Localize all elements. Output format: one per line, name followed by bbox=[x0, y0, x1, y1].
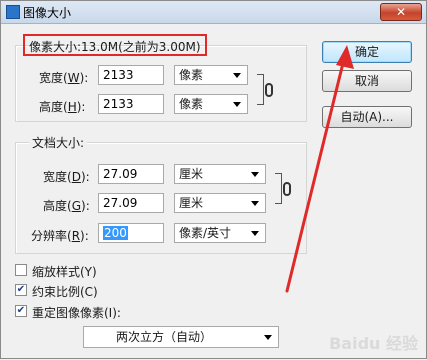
pixel-height-value: 2133 bbox=[103, 97, 134, 111]
ok-button[interactable]: 确定 bbox=[322, 41, 412, 63]
scale-styles-label[interactable]: 缩放样式(Y) bbox=[32, 263, 97, 280]
resample-method-value: 两次立方（自动） bbox=[116, 330, 213, 344]
resolution-key: R bbox=[71, 229, 81, 243]
resolution-unit: 像素/英寸 bbox=[179, 226, 232, 240]
chevron-down-icon bbox=[251, 231, 259, 236]
resample-checkbox[interactable]: ✔ bbox=[15, 305, 27, 317]
doc-height-unit-select[interactable]: 厘米 bbox=[174, 193, 266, 213]
pixel-height-text: 高度 bbox=[39, 100, 64, 114]
doc-height-label: 高度(G): bbox=[43, 199, 90, 213]
doc-height-key: G bbox=[71, 199, 82, 213]
resolution-input[interactable]: 200 bbox=[98, 223, 164, 243]
chevron-down-icon bbox=[251, 172, 259, 177]
image-size-dialog: 图像大小 ✕ 像素大小:13.0M(之前为3.00M) 宽度(W): 2133 … bbox=[0, 0, 427, 359]
doc-height-input[interactable]: 27.09 bbox=[98, 193, 164, 213]
pixel-height-unit: 像素 bbox=[179, 97, 204, 111]
pixel-height-unit-select[interactable]: 像素 bbox=[174, 94, 248, 114]
pixel-height-label: 高度(H): bbox=[39, 100, 86, 114]
auto-button[interactable]: 自动(A)... bbox=[322, 106, 412, 128]
window-title: 图像大小 bbox=[23, 6, 72, 20]
resolution-value: 200 bbox=[103, 226, 128, 240]
pixel-width-label: 宽度(W): bbox=[39, 71, 89, 85]
pixel-width-key: W bbox=[67, 71, 80, 85]
doc-height-value: 27.09 bbox=[103, 196, 138, 210]
chain-link-icon bbox=[265, 83, 273, 97]
doc-width-input[interactable]: 27.09 bbox=[98, 164, 164, 184]
doc-width-text: 宽度 bbox=[43, 170, 68, 184]
pixel-height-key: H bbox=[67, 100, 77, 114]
document-size-legend: 文档大小: bbox=[29, 134, 88, 151]
resolution-label: 分辨率(R): bbox=[31, 229, 89, 243]
chevron-down-icon bbox=[233, 102, 241, 107]
resolution-unit-select[interactable]: 像素/英寸 bbox=[174, 223, 266, 243]
cancel-button[interactable]: 取消 bbox=[322, 70, 412, 92]
chevron-down-icon bbox=[251, 201, 259, 206]
chain-link-icon bbox=[283, 182, 291, 196]
doc-width-label: 宽度(D): bbox=[43, 170, 90, 184]
chevron-down-icon bbox=[233, 73, 241, 78]
pixel-width-unit-select[interactable]: 像素 bbox=[174, 65, 248, 85]
resample-method-select[interactable]: 两次立方（自动） bbox=[83, 326, 279, 348]
constrain-label[interactable]: 约束比例(C) bbox=[32, 283, 98, 300]
doc-width-key: D bbox=[71, 170, 81, 184]
chevron-down-icon bbox=[264, 335, 272, 340]
doc-height-text: 高度 bbox=[43, 199, 68, 213]
pixel-size-label: 像素大小:13.0M(之前为3.00M) bbox=[29, 40, 201, 54]
close-button[interactable]: ✕ bbox=[380, 3, 422, 21]
constrain-checkbox[interactable]: ✔ bbox=[15, 284, 27, 296]
doc-width-unit-select[interactable]: 厘米 bbox=[174, 164, 266, 184]
app-icon bbox=[6, 5, 20, 19]
pixel-link-bracket bbox=[257, 74, 264, 105]
pixel-width-text: 宽度 bbox=[39, 71, 64, 85]
pixel-width-value: 2133 bbox=[103, 68, 134, 82]
resample-label[interactable]: 重定图像像素(I): bbox=[32, 304, 121, 321]
doc-width-value: 27.09 bbox=[103, 167, 138, 181]
scale-styles-checkbox[interactable] bbox=[15, 264, 27, 276]
pixel-width-unit: 像素 bbox=[179, 68, 204, 82]
title-bar[interactable]: 图像大小 ✕ bbox=[1, 1, 426, 24]
doc-height-unit: 厘米 bbox=[179, 196, 204, 210]
pixel-width-input[interactable]: 2133 bbox=[98, 65, 164, 85]
watermark-text: Baidu 经验 bbox=[329, 334, 418, 353]
resolution-text: 分辨率 bbox=[31, 229, 68, 243]
doc-link-bracket bbox=[275, 173, 282, 204]
pixel-height-input[interactable]: 2133 bbox=[98, 94, 164, 114]
doc-width-unit: 厘米 bbox=[179, 167, 204, 181]
